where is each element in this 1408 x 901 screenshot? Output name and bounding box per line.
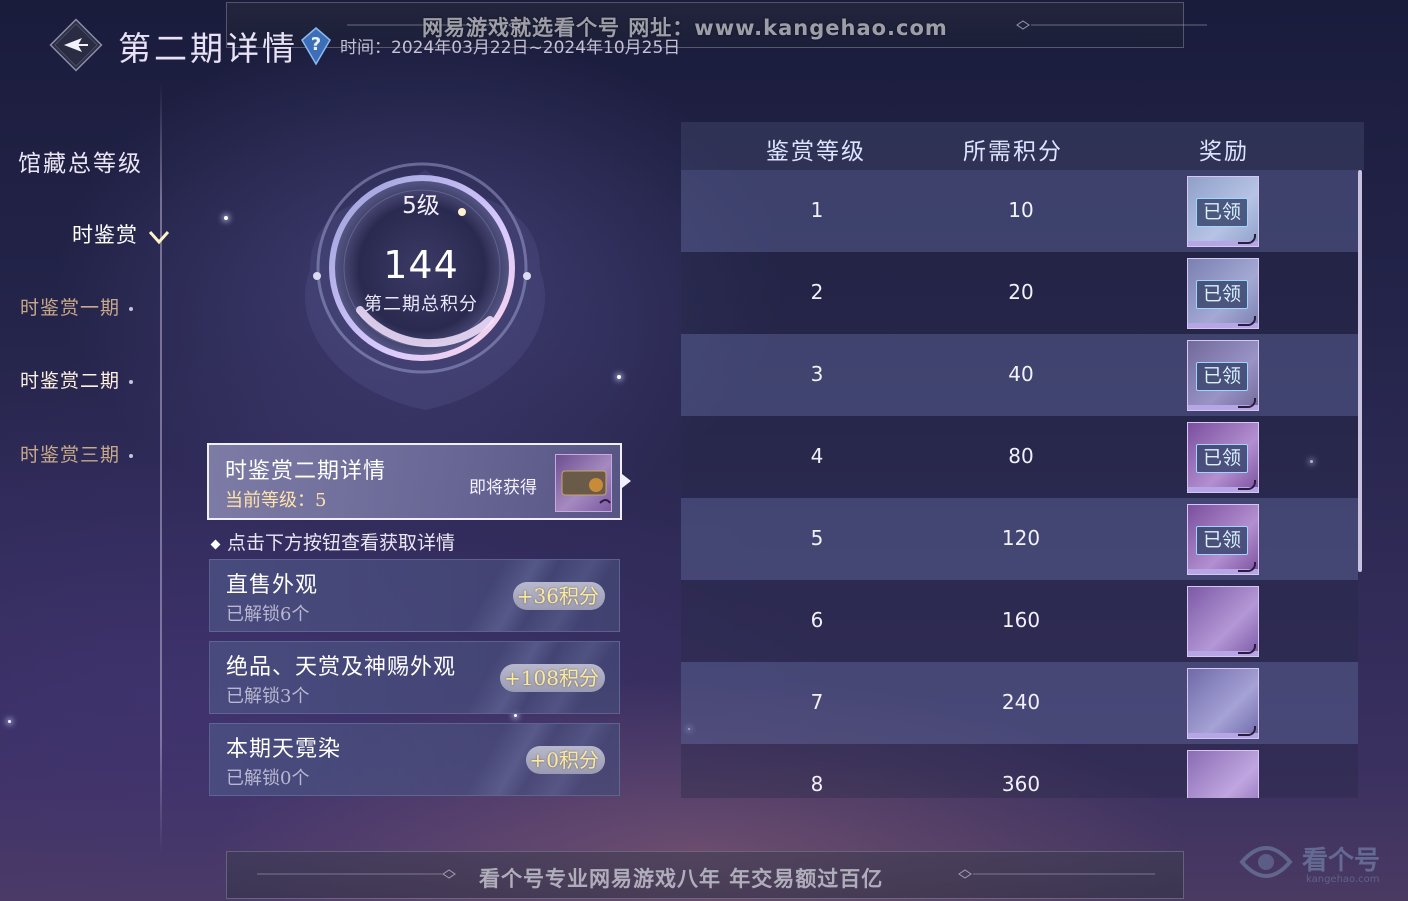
category-title: 直售外观 [226,573,319,598]
table-row: 6 160 [681,580,1358,662]
category-title: 本期天霓染 [226,737,342,762]
nav-item-period-2[interactable]: 时鉴赏二期 [20,366,134,393]
help-icon[interactable]: ? [298,26,334,66]
banner-ornament-icon [958,869,1155,879]
table-row: 7 240 [681,662,1358,744]
sparkle-star [514,714,517,717]
table-row: 3 40 已领 [681,334,1358,416]
event-time: 时间：2024年03月22日~2024年10月25日 [340,38,681,58]
diamond-bullet-icon [210,539,221,549]
claimed-badge: 已领 [1196,362,1249,391]
row-level: 1 [810,198,824,222]
hint-text: 点击下方按钮查看获取详情 [210,528,456,555]
category-points-badge: +36积分 [512,582,605,610]
category-unlocked: 已解锁0个 [226,768,310,789]
header-reward: 奖励 [1199,139,1249,165]
row-level: 8 [810,772,824,796]
reward-table: 鉴赏等级 所需积分 奖励 1 10 已领 2 20 已领 3 40 已领 4 80 已领 5 120 已领 6… [681,122,1364,798]
row-required-points: 360 [1001,772,1041,796]
category-points-badge: +108积分 [500,664,605,692]
svg-text:?: ? [311,34,321,55]
gem-reward-icon[interactable]: 已领 [1187,176,1259,247]
row-required-points: 120 [1001,526,1041,550]
table-scrollbar[interactable] [1358,170,1362,572]
back-button[interactable] [48,17,104,73]
card-reward-icon[interactable]: 已领 [1187,422,1259,493]
logo-eye-icon [1239,846,1293,878]
frame-reward-icon[interactable] [1187,750,1259,798]
row-level: 4 [810,444,824,468]
detail-current-level: 当前等级：5 [225,490,327,511]
claimed-badge: 已领 [1196,198,1249,227]
sparkle-star [617,375,621,379]
category-points-badge: +0积分 [525,746,605,774]
logo-name: 看个号 [1302,846,1381,876]
row-required-points: 240 [1001,690,1041,714]
category-card-direct-sale[interactable]: 直售外观 已解锁6个 +36积分 [209,559,620,632]
category-card-premium[interactable]: 绝品、天赏及神赐外观 已解锁3个 +108积分 [209,641,620,714]
watermark-bottom-text: 看个号专业网易游戏八年 年交易额过百亿 [479,867,884,891]
card-reward-icon[interactable]: 已领 [1187,504,1259,575]
ring-reward-icon[interactable]: 已领 [1187,340,1259,411]
sparkle-star [8,720,11,723]
category-unlocked: 已解锁3个 [226,686,310,707]
category-card-dye[interactable]: 本期天霓染 已解锁0个 +0积分 [209,723,620,796]
table-row: 1 10 已领 [681,170,1358,252]
row-level: 3 [810,362,824,386]
nav-item-label: 时鉴赏二期 [20,370,121,392]
scroll-reward-icon[interactable] [1187,586,1259,657]
claimed-badge: 已领 [1196,280,1249,309]
hint-label: 点击下方按钮查看获取详情 [227,532,456,554]
row-level: 2 [810,280,824,304]
table-row: 4 80 已领 [681,416,1358,498]
category-unlocked: 已解锁6个 [226,604,310,625]
page-title: 第二期详情 [118,29,298,68]
nav-collection-level[interactable]: 馆藏总等级 [18,144,143,178]
header-level: 鉴赏等级 [766,139,866,165]
period-detail-card[interactable]: 时鉴赏二期详情 当前等级：5 即将获得 [207,443,622,520]
nav-dot [129,380,134,384]
row-required-points: 20 [1008,280,1034,304]
nav-item-period-3[interactable]: 时鉴赏三期 [20,440,134,467]
table-row: 2 20 已领 [681,252,1358,334]
table-row: 5 120 已领 [681,498,1358,580]
table-header: 鉴赏等级 所需积分 奖励 [681,122,1364,170]
pet-reward-icon[interactable]: 已领 [1187,258,1259,329]
row-required-points: 80 [1008,444,1034,468]
detail-arrow-icon [622,474,631,488]
couple-reward-icon[interactable] [1187,668,1259,739]
row-required-points: 160 [1001,608,1041,632]
row-level: 6 [810,608,824,632]
detail-title: 时鉴赏二期详情 [225,459,387,484]
row-level: 7 [810,690,824,714]
logo-domain: kangehao.com [1306,874,1380,885]
detail-coming-label: 即将获得 [469,478,537,498]
table-row: 8 360 [681,744,1358,798]
claimed-badge: 已领 [1196,526,1249,555]
header-points: 所需积分 [963,139,1063,165]
category-title: 绝品、天赏及神赐外观 [226,655,457,680]
bottom-watermark-banner: 看个号专业网易游戏八年 年交易额过百亿 [226,851,1184,899]
kangehao-logo: 看个号 kangehao.com [1236,834,1396,894]
nav-item-label: 时鉴赏三期 [20,444,121,466]
nav-dot [129,454,134,458]
row-required-points: 40 [1008,362,1034,386]
row-required-points: 10 [1008,198,1034,222]
claimed-badge: 已领 [1196,444,1249,473]
next-reward-thumb-icon [555,454,612,512]
row-level: 5 [810,526,824,550]
banner-ornament-icon [1016,20,1207,30]
banner-ornament-icon [257,869,456,879]
